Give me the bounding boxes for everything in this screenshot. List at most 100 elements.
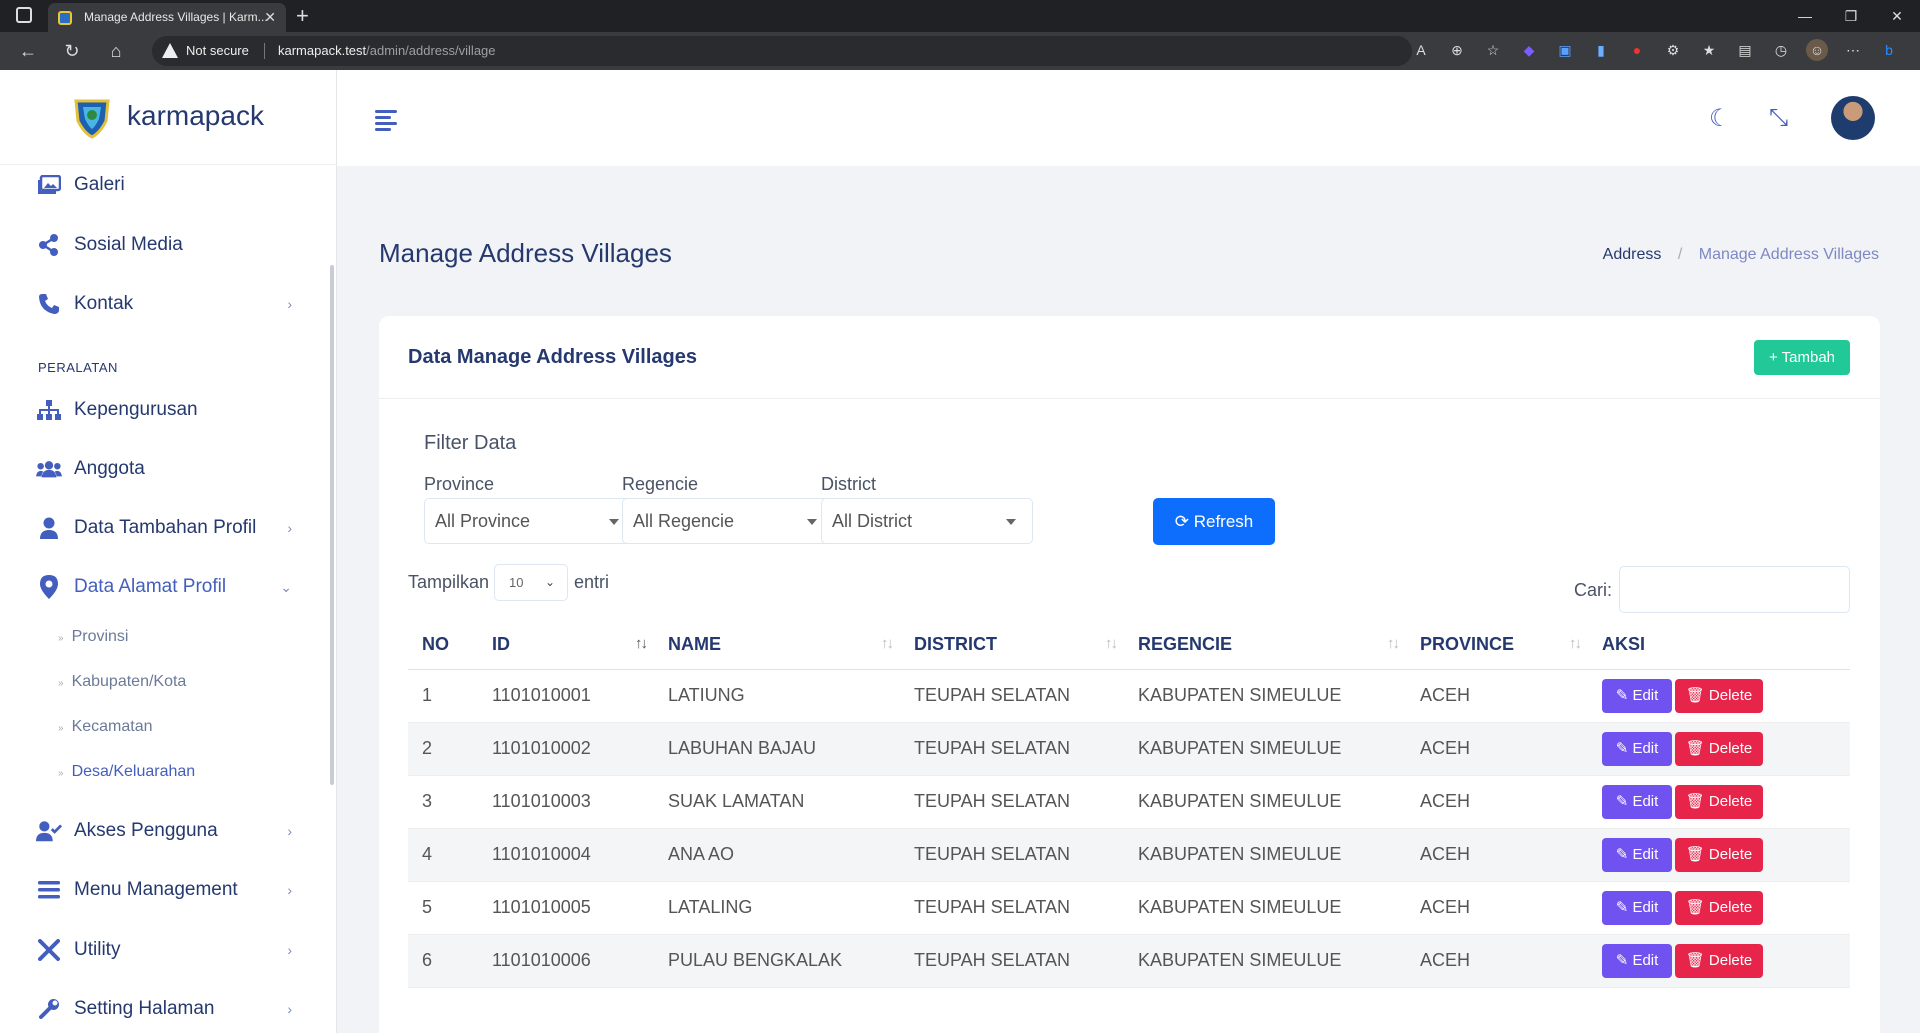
extension-icon[interactable]: ◆ [1518, 39, 1540, 61]
column-header-name[interactable]: NAME ↑↓ [654, 621, 900, 670]
sidebar: karmapack Galeri Sosial Media Kontak › P… [0, 70, 337, 1033]
sidebar-scrollbar[interactable] [330, 265, 334, 785]
edit-button[interactable]: ✎ Edit [1602, 890, 1672, 925]
delete-button[interactable]: 🗑 Delete [1675, 678, 1763, 713]
submenu-item-label: Desa/Keluarahan [71, 763, 196, 780]
edit-button[interactable]: ✎ Edit [1602, 837, 1672, 872]
more-icon[interactable]: ⋯ [1842, 39, 1864, 61]
column-header-district[interactable]: DISTRICT ↑↓ [900, 621, 1124, 670]
search-label: Cari: [1574, 580, 1613, 600]
regencie-select[interactable]: All Regencie [622, 498, 834, 544]
tools-icon [36, 939, 62, 961]
column-header-id[interactable]: ID ↑↓ [478, 621, 654, 670]
submenu-item-desa-keluarahan[interactable]: » Desa/Keluarahan [58, 763, 195, 781]
delete-button[interactable]: 🗑 Delete [1675, 890, 1763, 925]
sidebar-item-akses-pengguna[interactable]: Akses Pengguna › [0, 809, 320, 853]
submenu-item-kabupaten-kota[interactable]: » Kabupaten/Kota [58, 673, 186, 691]
favorite-add-icon[interactable]: ☆ [1482, 39, 1504, 61]
sidebar-item-galeri[interactable]: Galeri [0, 163, 320, 207]
sidebar-item-kepengurusan[interactable]: Kepengurusan [0, 388, 320, 432]
column-header-regencie[interactable]: REGENCIE ↑↓ [1124, 621, 1406, 670]
bullet-icon: » [58, 633, 64, 644]
delete-button[interactable]: 🗑 Delete [1675, 837, 1763, 872]
dark-mode-toggle-icon[interactable]: ☾ [1709, 104, 1731, 133]
sidebar-item-menu-management[interactable]: Menu Management › [0, 868, 320, 912]
cell-no: 5 [408, 881, 478, 935]
reload-icon[interactable]: ↻ [60, 40, 84, 62]
sidebar-item-label: Menu Management [74, 879, 238, 900]
security-label[interactable]: Not secure [186, 43, 249, 58]
submenu-item-provinsi[interactable]: » Provinsi [58, 628, 128, 646]
cell-id: 1101010006 [478, 934, 654, 988]
refresh-button[interactable]: ⟳ Refresh [1153, 498, 1275, 545]
search-input[interactable] [1619, 566, 1850, 613]
sort-icon: ↑↓ [1105, 635, 1118, 652]
add-button[interactable]: + Tambah [1754, 340, 1850, 375]
sidebar-item-utility[interactable]: Utility › [0, 928, 320, 972]
window-menu-icon[interactable] [16, 7, 32, 23]
table-row: 4 1101010004 ANA AO TEUPAH SELATAN KABUP… [408, 828, 1850, 882]
submenu-item-kecamatan[interactable]: » Kecamatan [58, 718, 153, 736]
breadcrumb-parent[interactable]: Address [1603, 246, 1662, 263]
translate-icon[interactable]: ▣ [1554, 39, 1576, 61]
sidebar-item-data-alamat-profil[interactable]: Data Alamat Profil ⌄ [0, 565, 320, 609]
favorites-icon[interactable]: ★ [1698, 39, 1720, 61]
delete-button[interactable]: 🗑 Delete [1675, 943, 1763, 978]
page-title: Manage Address Villages [379, 238, 672, 268]
new-tab-button[interactable]: + [296, 3, 309, 29]
back-icon[interactable]: ← [16, 40, 40, 62]
bing-icon[interactable]: b [1878, 39, 1900, 61]
tab-close-icon[interactable]: ✕ [264, 3, 276, 32]
sidebar-item-kontak[interactable]: Kontak › [0, 282, 320, 326]
table-body: 1 1101010001 LATIUNG TEUPAH SELATAN KABU… [408, 669, 1850, 988]
wrench-icon [36, 998, 62, 1020]
restore-button[interactable]: ❐ [1828, 0, 1874, 32]
district-select[interactable]: All District [821, 498, 1033, 544]
fullscreen-exit-icon[interactable]: ⤡ [1769, 104, 1788, 132]
url-text[interactable]: karmapack.test/admin/address/village [278, 43, 496, 58]
delete-button[interactable]: 🗑 Delete [1675, 731, 1763, 766]
sidebar-item-label: Kontak [74, 293, 134, 314]
data-card: Data Manage Address Villages + Tambah Fi… [379, 316, 1880, 1033]
sort-icon: ↑↓ [1569, 635, 1582, 652]
submenu-item-label: Provinsi [71, 628, 129, 645]
home-icon[interactable]: ⌂ [104, 40, 128, 62]
sidebar-item-data-tambahan-profil[interactable]: Data Tambahan Profil › [0, 506, 320, 550]
column-header-label: PROVINCE [1420, 634, 1515, 655]
edit-button[interactable]: ✎ Edit [1602, 678, 1672, 713]
minimize-button[interactable]: — [1782, 0, 1828, 32]
cell-actions: ✎ Edit 🗑 Delete [1588, 722, 1850, 776]
history-icon[interactable]: ◷ [1770, 39, 1792, 61]
extensions-icon[interactable]: ⚙ [1662, 39, 1684, 61]
cell-id: 1101010001 [478, 669, 654, 723]
collections-icon[interactable]: ▤ [1734, 39, 1756, 61]
edit-button[interactable]: ✎ Edit [1602, 784, 1672, 819]
delete-button[interactable]: 🗑 Delete [1675, 784, 1763, 819]
zoom-icon[interactable]: ⊕ [1446, 39, 1468, 61]
province-select[interactable]: All Province [424, 498, 636, 544]
edit-button[interactable]: ✎ Edit [1602, 943, 1672, 978]
edit-button[interactable]: ✎ Edit [1602, 731, 1672, 766]
read-aloud-icon[interactable]: A [1410, 39, 1432, 61]
chevron-down-icon: ⌄ [280, 578, 292, 595]
cell-no: 3 [408, 775, 478, 829]
avatar[interactable] [1831, 96, 1875, 140]
bullet-icon: » [58, 723, 64, 734]
cell-province: ACEH [1406, 828, 1588, 882]
column-header-province[interactable]: PROVINCE ↑↓ [1406, 621, 1588, 670]
page-length-select[interactable]: 10 ⌄ [494, 564, 568, 601]
close-window-button[interactable]: ✕ [1874, 0, 1920, 32]
browser-tab[interactable]: Manage Address Villages | Karm... ✕ [48, 3, 286, 32]
table-row: 2 1101010002 LABUHAN BAJAU TEUPAH SELATA… [408, 722, 1850, 776]
column-header-no[interactable]: NO [408, 621, 478, 670]
profile-icon[interactable]: ☺ [1806, 39, 1828, 61]
sidebar-item-sosial-media[interactable]: Sosial Media [0, 223, 320, 267]
sidebar-item-anggota[interactable]: Anggota [0, 447, 320, 491]
column-header-label: NAME [668, 634, 721, 655]
extension-icon[interactable]: ▮ [1590, 39, 1612, 61]
extension-icon[interactable]: ● [1626, 39, 1648, 61]
cell-province: ACEH [1406, 881, 1588, 935]
url-field[interactable]: Not secure karmapack.test/admin/address/… [152, 36, 1412, 66]
hamburger-menu-icon[interactable] [375, 110, 397, 134]
sidebar-item-setting-halaman[interactable]: Setting Halaman › [0, 987, 320, 1031]
